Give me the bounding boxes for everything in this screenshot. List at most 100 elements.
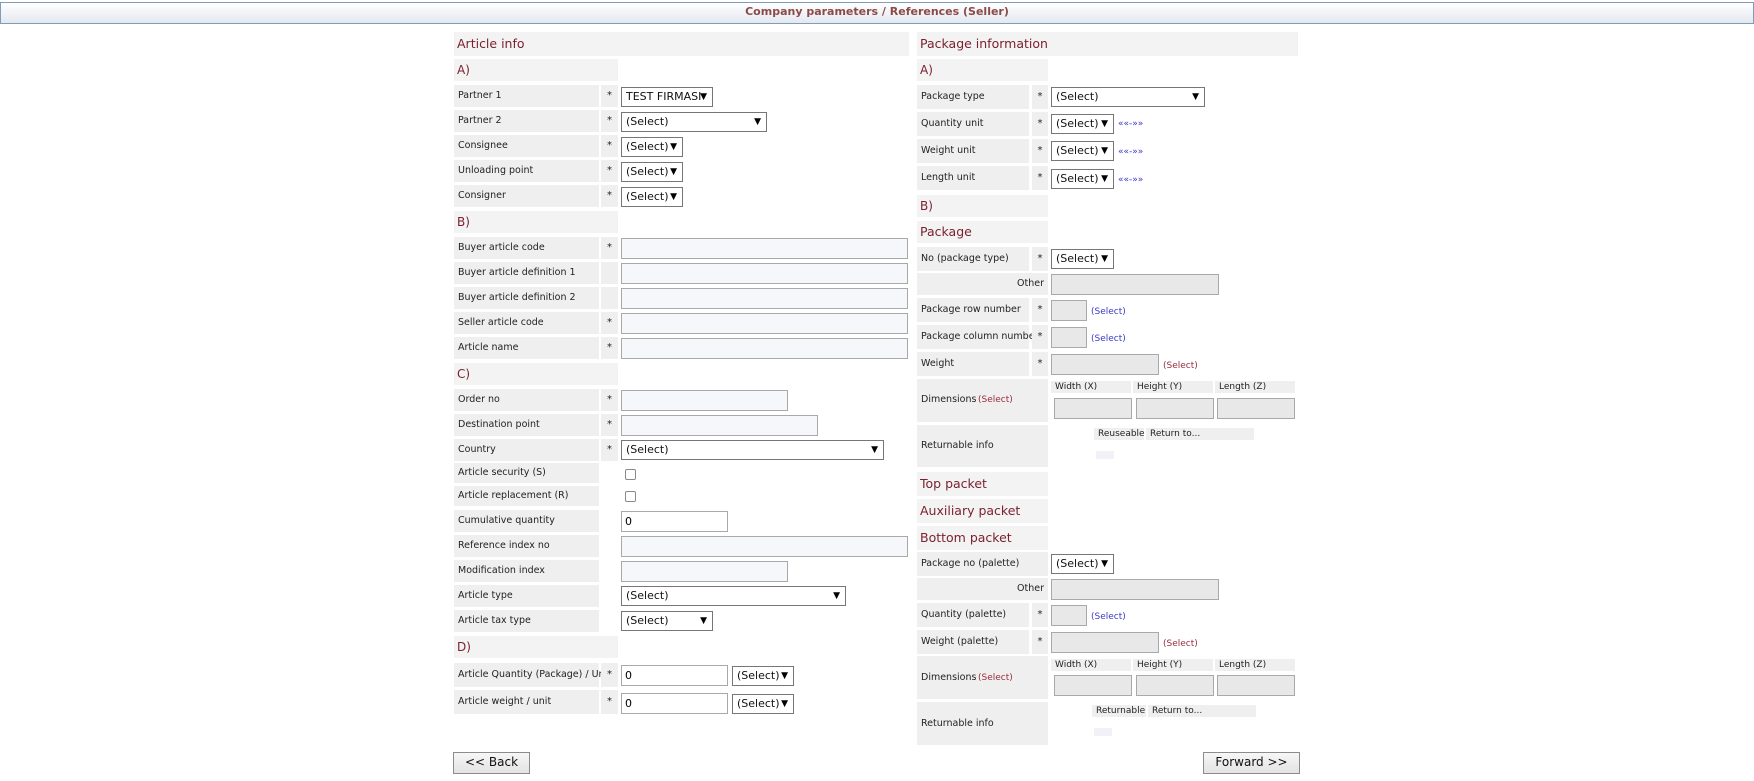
article-weight-unit-select[interactable]: (Select) ▼ bbox=[732, 694, 794, 714]
package-type-select[interactable]: (Select) ▼ bbox=[1051, 87, 1205, 107]
returnable-value bbox=[1094, 728, 1112, 736]
quantity-palette-input[interactable] bbox=[1051, 605, 1087, 626]
consignee-select-value: (Select) bbox=[626, 140, 669, 153]
unloading-point-select[interactable]: (Select) ▼ bbox=[621, 162, 683, 182]
package-no-palette-select[interactable]: (Select) ▼ bbox=[1051, 554, 1114, 574]
quantity-palette-select-link[interactable]: (Select) bbox=[1091, 612, 1126, 622]
reference-index-input[interactable] bbox=[621, 536, 908, 557]
article-tax-type-select[interactable]: (Select) ▼ bbox=[621, 611, 713, 631]
width-header: Width (X) bbox=[1051, 381, 1131, 393]
required-mark: * bbox=[1032, 603, 1048, 627]
section-b-label: B) bbox=[454, 211, 618, 233]
forward-button[interactable]: Forward >> bbox=[1203, 752, 1300, 774]
length-unit-range-link[interactable]: ««-»» bbox=[1118, 175, 1143, 185]
article-type-select[interactable]: (Select) ▼ bbox=[621, 586, 846, 606]
section-c-label: C) bbox=[454, 363, 618, 385]
dimensions-palette-select-link[interactable]: (Select) bbox=[978, 673, 1013, 683]
other-palette-input[interactable] bbox=[1051, 579, 1219, 600]
dropdown-arrow-icon: ▼ bbox=[1192, 92, 1199, 102]
returnable-info-palette-label: Returnable info bbox=[917, 702, 1048, 745]
dropdown-arrow-icon: ▼ bbox=[1101, 174, 1108, 184]
return-to-header: Return to... bbox=[1146, 428, 1254, 440]
article-replacement-label: Article replacement (R) bbox=[454, 486, 599, 506]
seller-article-code-input[interactable] bbox=[621, 313, 908, 334]
required-mark: * bbox=[1032, 630, 1048, 654]
destination-point-input[interactable] bbox=[621, 415, 818, 436]
article-security-checkbox[interactable] bbox=[625, 469, 636, 480]
quantity-unit-range-link[interactable]: ««-»» bbox=[1118, 119, 1143, 129]
top-packet-header: Top packet bbox=[917, 472, 1048, 496]
modification-index-input[interactable] bbox=[621, 561, 788, 582]
consignee-label: Consignee bbox=[454, 135, 599, 157]
reuseable-header: Reuseable bbox=[1094, 428, 1145, 440]
length-input[interactable] bbox=[1217, 398, 1295, 419]
weight-input[interactable] bbox=[1051, 354, 1159, 375]
buyer-article-definition-1-label: Buyer article definition 1 bbox=[454, 262, 599, 284]
weight-palette-select-link[interactable]: (Select) bbox=[1163, 639, 1198, 649]
package-column-number-input[interactable] bbox=[1051, 327, 1087, 348]
seller-article-code-label: Seller article code bbox=[454, 312, 599, 334]
length-unit-select[interactable]: (Select) ▼ bbox=[1051, 169, 1114, 189]
no-package-type-select[interactable]: (Select) ▼ bbox=[1051, 249, 1114, 269]
height-palette-input[interactable] bbox=[1136, 675, 1214, 696]
article-type-label: Article type bbox=[454, 585, 599, 607]
country-select-value: (Select) bbox=[626, 443, 669, 456]
consigner-select[interactable]: (Select) ▼ bbox=[621, 187, 683, 207]
width-palette-header: Width (X) bbox=[1051, 659, 1131, 671]
article-quantity-unit-label: Article Quantity (Package) / Unit bbox=[454, 663, 611, 687]
width-input[interactable] bbox=[1054, 398, 1132, 419]
partner1-select[interactable]: TEST FIRMASI ▼ bbox=[621, 87, 713, 107]
partner1-select-value: TEST FIRMASI bbox=[626, 90, 702, 103]
weight-unit-range-link[interactable]: ««-»» bbox=[1118, 147, 1143, 157]
country-label: Country bbox=[454, 439, 599, 461]
height-input[interactable] bbox=[1136, 398, 1214, 419]
package-row-number-select-link[interactable]: (Select) bbox=[1091, 307, 1126, 317]
article-quantity-unit-select[interactable]: (Select) ▼ bbox=[732, 666, 794, 686]
back-button[interactable]: << Back bbox=[453, 752, 530, 774]
partner2-select[interactable]: (Select) ▼ bbox=[621, 112, 767, 132]
cumulative-quantity-input[interactable] bbox=[621, 511, 728, 532]
article-weight-unit-input[interactable] bbox=[621, 693, 728, 714]
article-quantity-unit-select-value: (Select) bbox=[737, 669, 780, 682]
page-title: Company parameters / References (Seller) bbox=[745, 5, 1009, 18]
weight-palette-input[interactable] bbox=[1051, 632, 1159, 653]
order-no-input[interactable] bbox=[621, 390, 788, 411]
required-mark: * bbox=[601, 414, 618, 436]
buyer-article-definition-2-input[interactable] bbox=[621, 288, 908, 309]
article-tax-type-label: Article tax type bbox=[454, 610, 599, 632]
article-name-input[interactable] bbox=[621, 338, 908, 359]
dimensions-select-link[interactable]: (Select) bbox=[978, 395, 1013, 405]
length-unit-label: Length unit bbox=[917, 166, 1029, 190]
consignee-select[interactable]: (Select) ▼ bbox=[621, 137, 683, 157]
article-info-header: Article info bbox=[454, 32, 909, 56]
required-mark: * bbox=[1032, 139, 1048, 163]
quantity-palette-label: Quantity (palette) bbox=[917, 603, 1029, 627]
order-no-label: Order no bbox=[454, 389, 599, 411]
consigner-label: Consigner bbox=[454, 185, 599, 207]
package-row-number-input[interactable] bbox=[1051, 300, 1087, 321]
dropdown-arrow-icon: ▼ bbox=[670, 142, 677, 152]
package-column-number-select-link[interactable]: (Select) bbox=[1091, 334, 1126, 344]
article-quantity-unit-input[interactable] bbox=[621, 665, 728, 686]
required-mark: * bbox=[601, 110, 618, 132]
length-unit-select-value: (Select) bbox=[1056, 172, 1099, 185]
article-replacement-checkbox[interactable] bbox=[625, 491, 636, 502]
package-no-palette-label: Package no (palette) bbox=[917, 552, 1048, 576]
reference-index-label: Reference index no bbox=[454, 535, 599, 557]
quantity-unit-label: Quantity unit bbox=[917, 112, 1029, 136]
required-mark: * bbox=[1032, 247, 1048, 271]
required-mark: * bbox=[601, 185, 618, 207]
country-select[interactable]: (Select) ▼ bbox=[621, 440, 884, 460]
other-input[interactable] bbox=[1051, 274, 1219, 295]
length-header: Length (Z) bbox=[1215, 381, 1295, 393]
package-type-select-value: (Select) bbox=[1056, 90, 1099, 103]
buyer-article-definition-1-input[interactable] bbox=[621, 263, 908, 284]
dropdown-arrow-icon: ▼ bbox=[670, 192, 677, 202]
quantity-unit-select[interactable]: (Select) ▼ bbox=[1051, 114, 1114, 134]
weight-select-link[interactable]: (Select) bbox=[1163, 361, 1198, 371]
weight-unit-select[interactable]: (Select) ▼ bbox=[1051, 141, 1114, 161]
length-palette-input[interactable] bbox=[1217, 675, 1295, 696]
destination-point-label: Destination point bbox=[454, 414, 599, 436]
width-palette-input[interactable] bbox=[1054, 675, 1132, 696]
buyer-article-code-input[interactable] bbox=[621, 238, 908, 259]
